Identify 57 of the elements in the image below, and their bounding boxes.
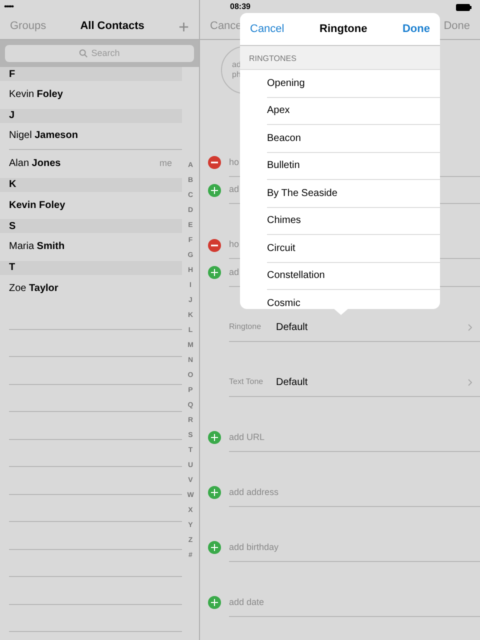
ringtone-option[interactable]: Bulletin [267, 158, 300, 174]
clock-time: 08:39 [230, 1, 250, 13]
add-contact-button[interactable]: + [178, 18, 189, 36]
field-placeholder[interactable]: ho [229, 156, 240, 169]
add-icon[interactable] [208, 431, 221, 444]
field-placeholder[interactable]: add URL [229, 430, 265, 444]
search-field[interactable]: Search [5, 45, 194, 62]
groups-link[interactable]: Groups [10, 18, 46, 35]
ringtone-option[interactable]: Apex [267, 103, 290, 118]
contact-name[interactable]: Zoe Taylor [9, 280, 58, 296]
popover-title: Ringtone [320, 22, 368, 37]
field-placeholder[interactable]: add address [229, 486, 279, 499]
remove-icon[interactable] [208, 156, 221, 170]
ringtone-option[interactable]: By The Seaside [267, 186, 338, 201]
add-icon[interactable] [208, 541, 221, 554]
setting-value[interactable]: Default [276, 320, 468, 335]
ringtone-option[interactable]: Chimes [267, 213, 301, 228]
done-button[interactable]: Done [444, 18, 470, 35]
section-header: RINGTONES [249, 53, 296, 65]
field-placeholder[interactable]: add birthday [229, 540, 279, 554]
section-letter: J [9, 109, 15, 123]
ringtone-option[interactable]: Circuit [267, 240, 296, 256]
setting-label: Ringtone [229, 321, 262, 334]
search-icon [79, 49, 88, 58]
contacts-title: All Contacts [80, 19, 144, 34]
done-button[interactable]: Done [402, 20, 430, 38]
setting-value[interactable]: Default [276, 374, 468, 390]
add-icon[interactable] [208, 596, 221, 610]
field-placeholder[interactable]: ad [229, 183, 240, 196]
battery-icon [456, 4, 472, 10]
ringtone-option[interactable]: Constellation [267, 268, 325, 284]
chevron-icon [468, 324, 472, 331]
section-letter: S [9, 220, 16, 234]
remove-icon[interactable] [208, 238, 221, 252]
field-placeholder[interactable]: ho [229, 238, 240, 252]
contact-name[interactable]: Kevin Foley [9, 87, 63, 102]
section-letter: K [9, 178, 16, 192]
contact-name[interactable]: Nigel Jameson [9, 128, 78, 144]
contact-name[interactable]: Kevin Foley [9, 198, 66, 213]
cancel-button[interactable]: Cancel [250, 20, 284, 38]
field-placeholder[interactable]: ad [229, 266, 240, 279]
add-icon[interactable] [208, 486, 221, 500]
ringtone-option[interactable]: Opening [267, 76, 305, 91]
setting-label: Text Tone [229, 376, 264, 388]
signal-strength-indicator: ••••• [4, 3, 14, 11]
chevron-icon [468, 378, 472, 386]
contact-name[interactable]: Alan Jones [9, 156, 61, 172]
cancel-button[interactable]: Cance [210, 18, 242, 35]
ringtone-option[interactable]: Beacon [267, 130, 301, 146]
add-icon[interactable] [208, 184, 221, 197]
section-letter: T [9, 261, 16, 275]
me-label: me [159, 157, 172, 170]
field-placeholder[interactable]: add date [229, 596, 264, 609]
ringtone-option[interactable]: Cosmic [267, 296, 300, 309]
add-icon[interactable] [208, 266, 221, 280]
contact-name[interactable]: Maria Smith [9, 239, 65, 254]
section-letter: F [9, 68, 16, 82]
